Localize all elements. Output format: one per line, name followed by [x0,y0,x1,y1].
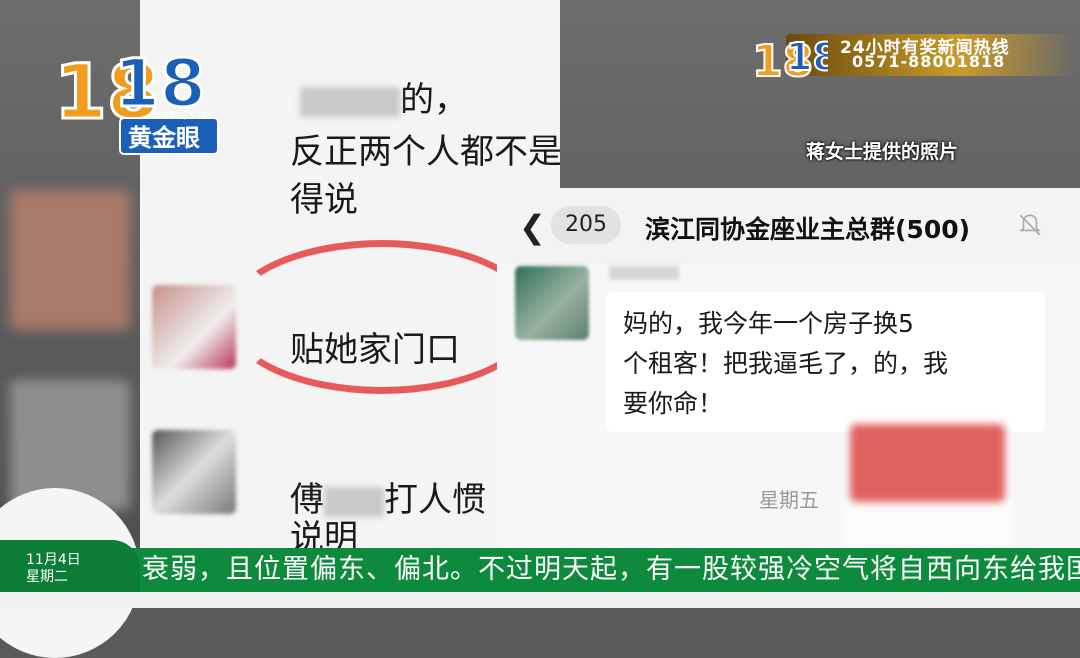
chat-line: 的， [300,78,468,122]
bell-muted-icon [1019,214,1041,236]
1818-logo: 18 18 黄金眼 HUANG JIN YAN [53,44,219,155]
red-highlight-circle [225,240,539,394]
sender-name-redacted [609,266,679,280]
avatar [152,285,236,369]
avatar [152,430,236,514]
news-ticker: 衰弱，且位置偏东、偏北。不过明天起，有一股较强冷空气将自西向东给我国大部 [0,548,1080,592]
back-chevron-icon[interactable]: ❮ [519,208,546,246]
chat-line: 反正两个人都不是好东西！我懒 [290,132,560,172]
logo-pinyin: HUANG JIN YAN [152,111,213,120]
redacted-patch [300,86,400,117]
group-title: 滨江同协金座业主总群(500) [645,215,971,244]
hotline-number: 0571-88001818 [852,52,1006,71]
bottom-strip [0,592,1080,608]
blurred-background-tile [10,190,130,330]
message-timestamp: 星期五 [759,488,819,512]
blurred-red-button [850,424,1005,502]
redacted-patch [324,486,384,517]
weekday-label: 星期二 [26,569,68,585]
avatar [515,266,589,340]
ticker-text: 衰弱，且位置偏东、偏北。不过明天起，有一股较强冷空气将自西向东给我国大部 [142,554,1080,585]
unread-count-badge[interactable]: 205 [551,206,621,244]
photo-caption: 蒋女士提供的照片 [806,141,959,163]
message-line: 妈的，我今年一个房子换5 [623,309,914,338]
svg-text:18: 18 [786,35,828,79]
chat-line: 得说 [290,180,358,220]
chat-header: ❮ 205 滨江同协金座业主总群(500) [497,188,1080,264]
logo-text: 黄金眼 [128,124,200,152]
message-line: 个租客！把我逼毛了，的，我 [623,349,949,378]
1818-small-logo: 18 18 [752,34,828,88]
